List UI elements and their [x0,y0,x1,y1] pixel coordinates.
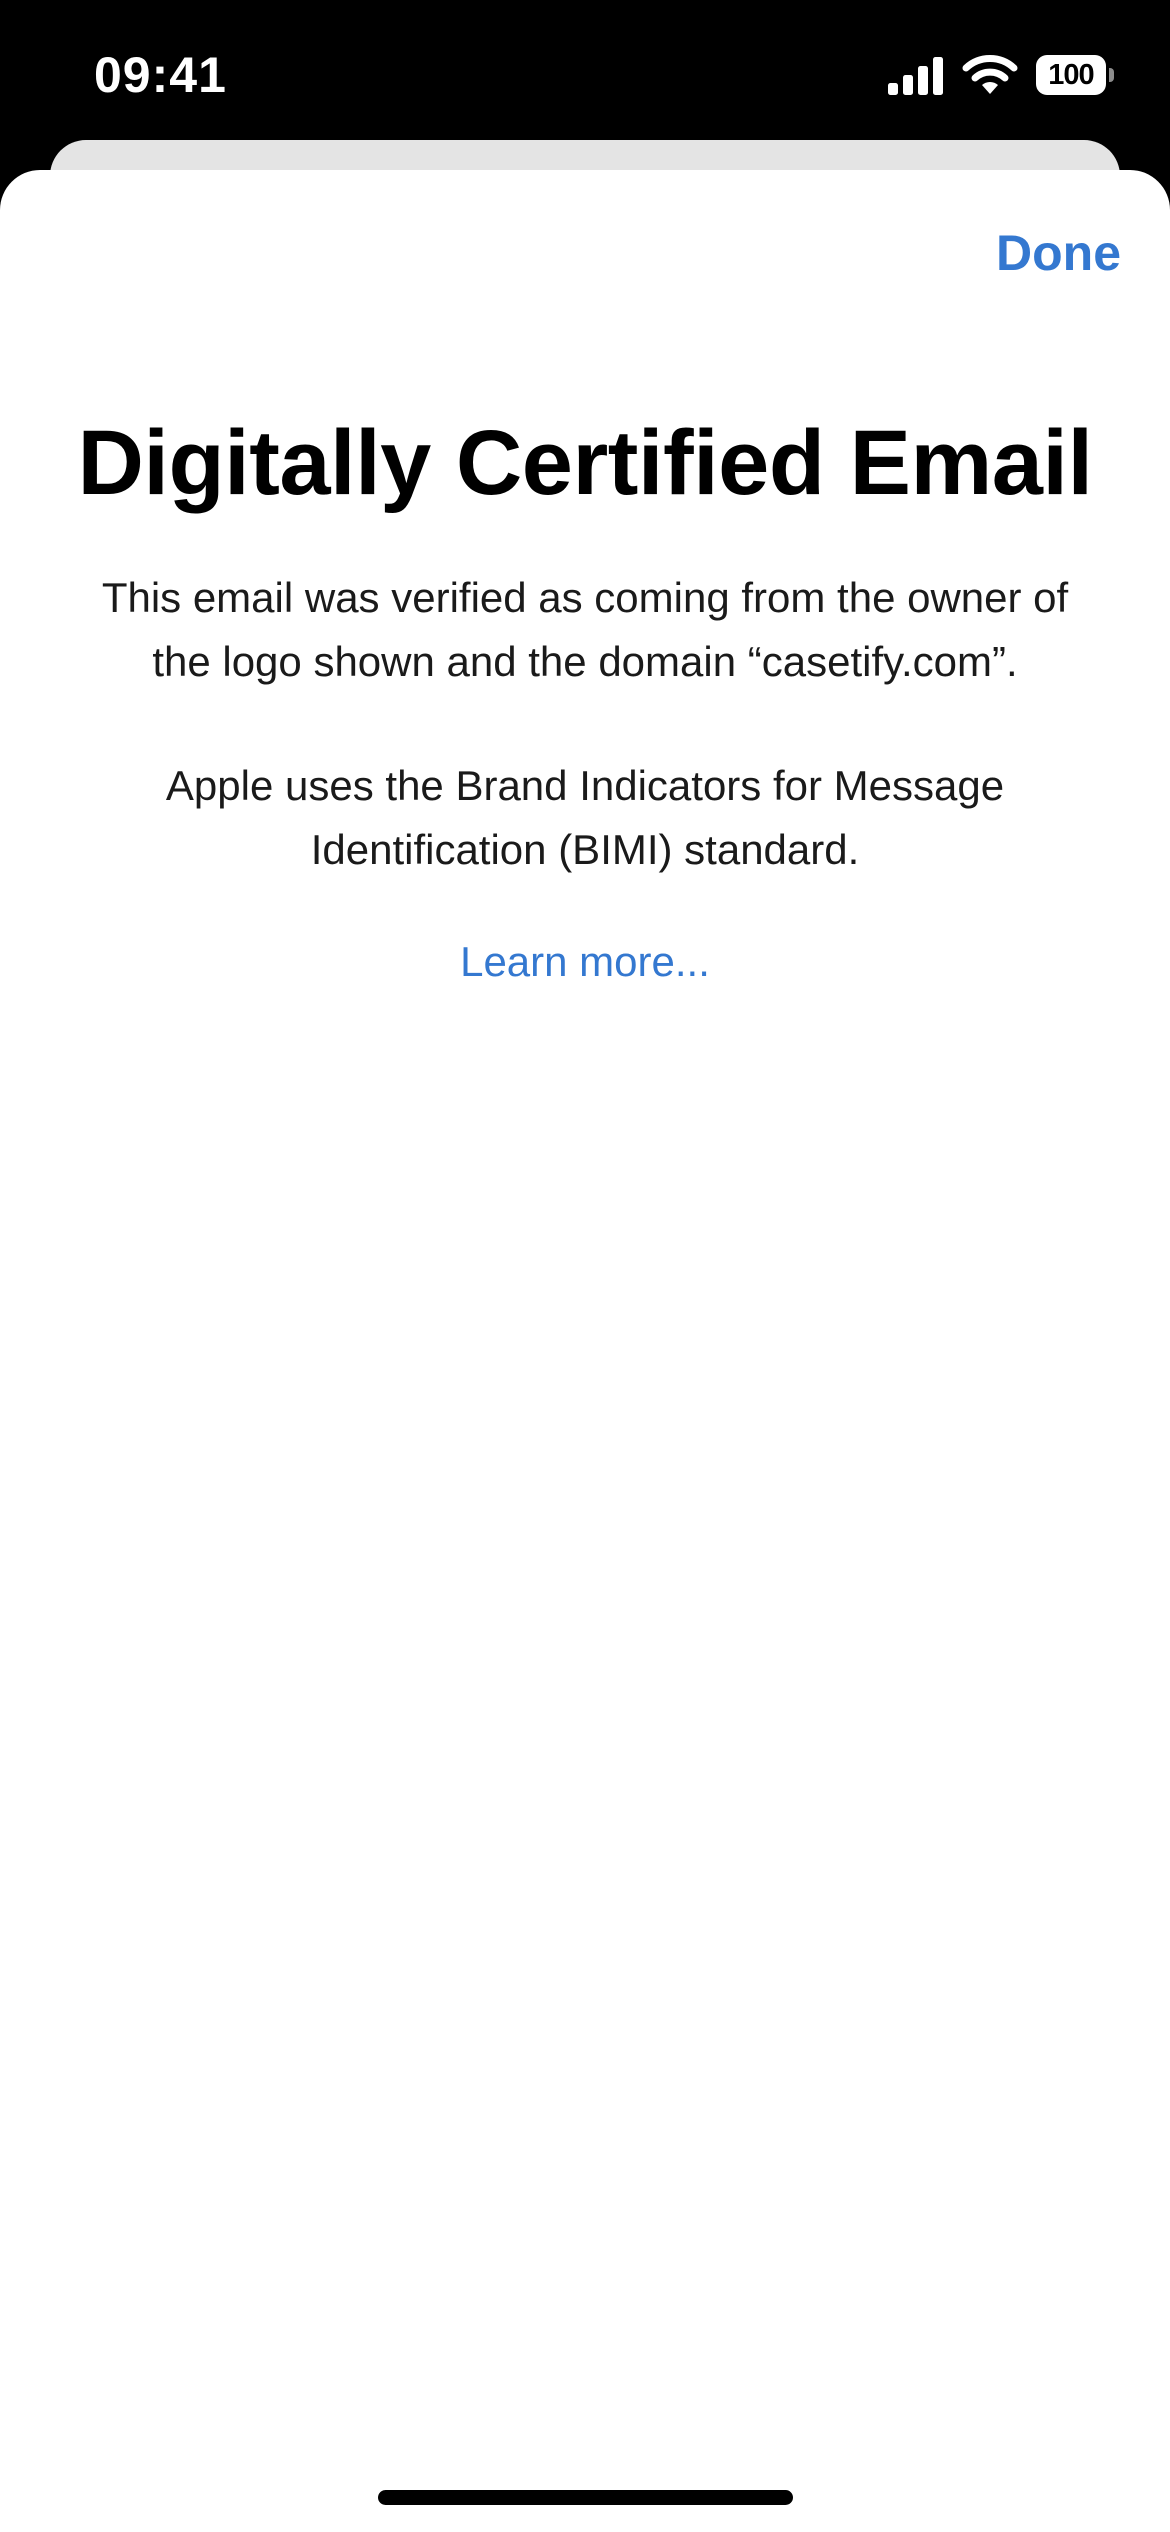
learn-more-link[interactable]: Learn more... [0,930,1170,994]
status-bar: 09:41 100 [0,0,1170,140]
battery-level: 100 [1036,55,1106,95]
status-icons: 100 [888,50,1114,100]
done-button[interactable]: Done [996,218,1121,288]
bimi-info-sheet: Done Digitally Certified Email This emai… [0,170,1170,2532]
signal-icon [888,57,943,95]
battery-cap [1109,68,1114,82]
verification-description: This email was verified as coming from t… [101,574,1069,685]
home-indicator[interactable] [378,2490,793,2505]
status-time: 09:41 [94,47,227,103]
page-title: Digitally Certified Email [77,412,1093,514]
battery-icon: 100 [1036,55,1114,95]
wifi-icon [962,55,1018,94]
bimi-description: Apple uses the Brand Indicators for Mess… [165,762,1005,873]
